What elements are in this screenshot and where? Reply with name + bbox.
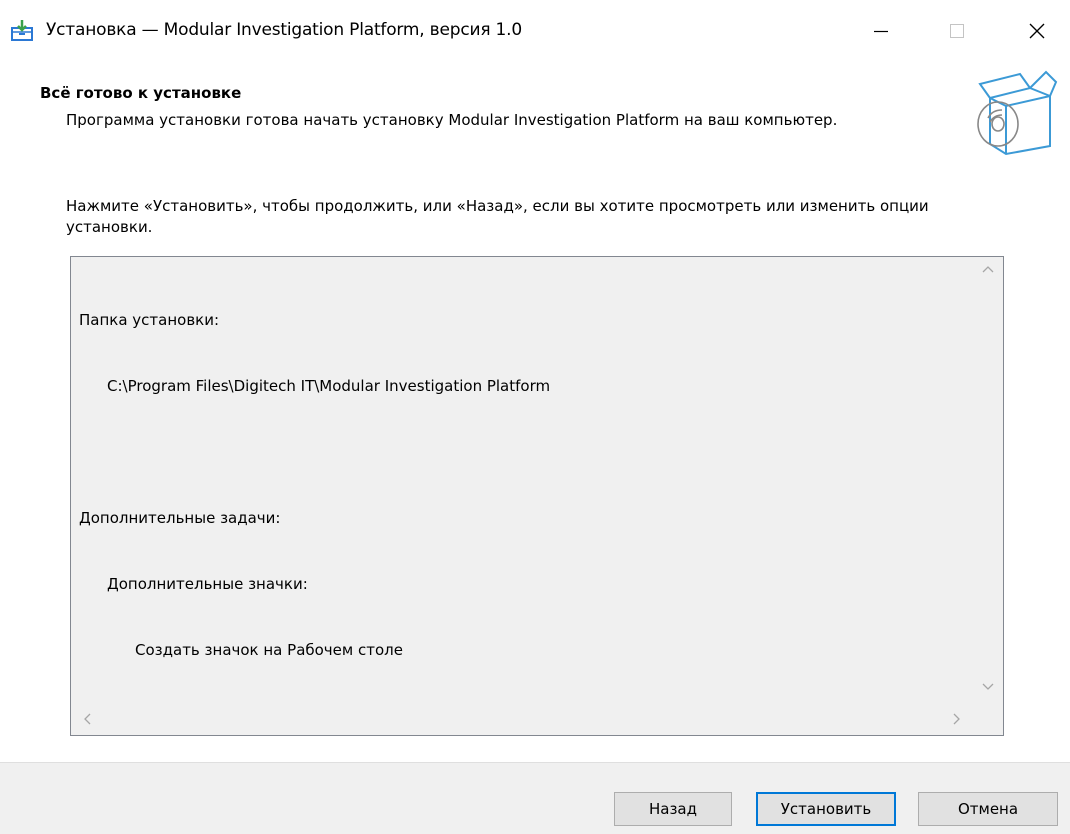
title-bar[interactable]: Установка — Modular Investigation Platfo… xyxy=(0,0,1070,62)
install-button[interactable]: Установить xyxy=(756,792,896,826)
horizontal-scrollbar[interactable] xyxy=(71,704,973,735)
vertical-scrollbar[interactable] xyxy=(973,257,1003,704)
back-button[interactable]: Назад xyxy=(614,792,732,826)
page-title: Всё готово к установке xyxy=(40,84,242,102)
cancel-button[interactable]: Отмена xyxy=(918,792,1058,826)
button-bar: Назад Установить Отмена xyxy=(0,762,1070,834)
scrollbar-corner xyxy=(973,704,1003,735)
install-folder-label: Папка установки: xyxy=(79,311,220,329)
ready-memo[interactable]: Папка установки: C:\Program Files\Digite… xyxy=(70,256,1004,736)
window-title: Установка — Modular Investigation Platfo… xyxy=(46,20,522,40)
scroll-down-arrow-icon[interactable] xyxy=(981,679,995,697)
minimize-icon xyxy=(874,30,888,33)
page-subtitle: Программа установки готова начать устано… xyxy=(66,111,838,129)
memo-content: Папка установки: C:\Program Files\Digite… xyxy=(79,265,550,705)
close-button[interactable] xyxy=(1008,0,1066,62)
maximize-icon xyxy=(950,24,964,38)
installer-app-icon xyxy=(11,20,33,41)
instruction-text: Нажмите «Установить», чтобы продолжить, … xyxy=(66,197,929,236)
tasks-group: Дополнительные значки: xyxy=(107,575,308,593)
minimize-button[interactable] xyxy=(852,0,910,62)
tasks-label: Дополнительные задачи: xyxy=(79,509,281,527)
scroll-up-arrow-icon[interactable] xyxy=(981,263,995,281)
maximize-button[interactable] xyxy=(928,0,986,62)
tasks-item: Создать значок на Рабочем столе xyxy=(135,641,403,659)
close-icon xyxy=(1029,23,1045,39)
scroll-left-arrow-icon[interactable] xyxy=(81,712,95,730)
memo-spacer xyxy=(79,441,550,463)
software-box-icon xyxy=(977,70,1058,156)
installer-window: Установка — Modular Investigation Platfo… xyxy=(0,0,1070,834)
scroll-right-arrow-icon[interactable] xyxy=(949,712,963,730)
install-folder-path: C:\Program Files\Digitech IT\Modular Inv… xyxy=(107,377,551,395)
